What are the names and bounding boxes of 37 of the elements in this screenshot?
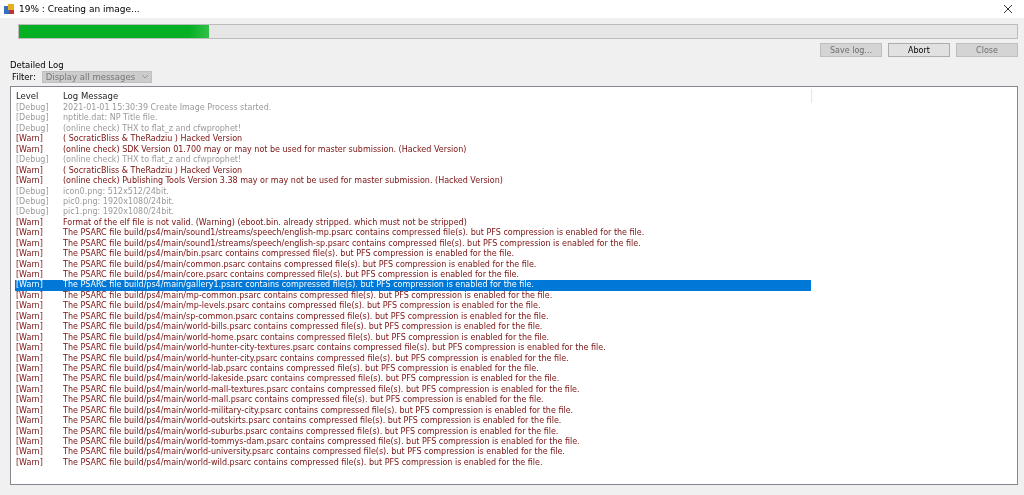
app-icon [4,4,14,14]
filter-label: Filter: [11,72,36,82]
log-row[interactable]: [Warn] (online check) SDK Version 01.700 may or may not be used for master submission. (Hacked Version) [15,144,811,156]
log-row[interactable]: [Warn] The PSARC file build/ps4/main/sound1/streams/speech/english-sp.psarc contains compressed file(s). but PFS compression is enabled for the file. [15,238,811,250]
log-row[interactable]: [Warn] ( SocraticBliss & TheRadziu ) Hacked Version [15,165,811,177]
log-row[interactable]: [Warn] The PSARC file build/ps4/main/world-lakeside.psarc contains compressed file(s). but PFS compression is enabled for the file. [15,374,811,385]
log-row[interactable]: [Warn] The PSARC file build/ps4/main/mp-levels.psarc contains compressed file(s). but PFS compression is enabled for the file. [15,301,811,312]
close-icon[interactable] [1004,5,1012,13]
log-row[interactable]: [Warn] The PSARC file build/ps4/main/world-wild.psarc contains compressed file(s). but PFS compression is enabled for the file. [15,457,811,469]
log-row[interactable]: [Warn] The PSARC file build/ps4/main/world-mall-textures.psarc contains compressed file(s). but PFS compression is enabled for the file. [15,384,811,396]
log-row[interactable]: [Warn] (online check) Publishing Tools Version 3.38 may or may not be used for master submission. (Hacked Version) [15,176,811,187]
log-row[interactable]: [Warn] Format of the elf file is not valid. (Warning) (eboot.bin. already stripped. which must not be stripped) [15,217,811,229]
log-row[interactable]: [Warn] The PSARC file build/ps4/main/sound1/streams/speech/english-mp.psarc contains compressed file(s). but PFS compression is enabled for the file. [15,228,811,239]
log-row[interactable]: [Warn] The PSARC file build/ps4/main/mp-common.psarc contains compressed file(s). but PFS compression is enabled for the file. [15,290,811,302]
selected-row[interactable]: [Warn] The PSARC file build/ps4/main/gallery1.psarc contains compressed file(s). but PFS compression is enabled for the file. [15,280,811,291]
caret-icon [141,75,148,79]
dialog-button[interactable]: Abort [888,43,950,57]
log-row[interactable]: [Warn] The PSARC file build/ps4/main/world-hunter-city-textures.psarc contains compressed file(s). but PFS compression is enabled for the file. [15,343,811,354]
column-header[interactable]: Level [15,91,63,101]
log-row[interactable]: [Warn] The PSARC file build/ps4/main/world-mall.psarc contains compressed file(s). but PFS compression is enabled for the file. [15,395,811,406]
log-row[interactable]: [Warn] The PSARC file build/ps4/main/world-outskirts.psarc contains compressed file(s). but PFS compression is enabled for the file. [15,416,811,427]
log-row[interactable]: [Warn] The PSARC file build/ps4/main/world-tommys-dam.psarc contains compressed file(s). but PFS compression is enabled for the file. [15,437,811,448]
log-row[interactable]: [Warn] The PSARC file build/ps4/main/world-military-city.psarc contains compressed file(s). but PFS compression is enabled for the file. [15,405,811,417]
group-title: Detailed Log [10,60,65,70]
log-row[interactable]: [Warn] The PSARC file build/ps4/main/world-hunter-city.psarc contains compressed file(s). but PFS compression is enabled for the file. [15,353,811,364]
log-row[interactable]: [Warn] The PSARC file build/ps4/main/core.psarc contains compressed file(s). but PFS compression is enabled for the file. [15,270,811,281]
log-row[interactable]: [Warn] ( SocraticBliss & TheRadziu ) Hacked Version [15,134,811,145]
log-row[interactable]: [Warn] The PSARC file build/ps4/main/world-bills.psarc contains compressed file(s). but PFS compression is enabled for the file. [15,322,811,333]
log-row[interactable]: [Warn] The PSARC file build/ps4/main/world-suburbs.psarc contains compressed file(s). but PFS compression is enabled for the file. [15,426,811,437]
log-row[interactable]: [Warn] The PSARC file build/ps4/main/sp-common.psarc contains compressed file(s). but PFS compression is enabled for the file. [15,311,811,323]
log-row[interactable]: [Warn] The PSARC file build/ps4/main/common.psarc contains compressed file(s). but PFS compression is enabled for the file. [15,259,811,270]
log-row[interactable]: [Warn] The PSARC file build/ps4/main/world-lab.psarc contains compressed file(s). but PFS compression is enabled for the file. [15,363,811,375]
log-row[interactable]: [Warn] The PSARC file build/ps4/main/world-home.psarc contains compressed file(s). but PFS compression is enabled for the file. [15,332,811,344]
log-row[interactable]: [Warn] The PSARC file build/ps4/main/bin.psarc contains compressed file(s). but PFS compression is enabled for the file. [15,249,811,260]
column-header[interactable]: Log Message [63,91,119,101]
window-title: 19% : Creating an image... [19,4,140,14]
log-row[interactable]: [Warn] The PSARC file build/ps4/main/world-university.psarc contains compressed file(s). but PFS compression is enabled for the file. [15,447,811,458]
